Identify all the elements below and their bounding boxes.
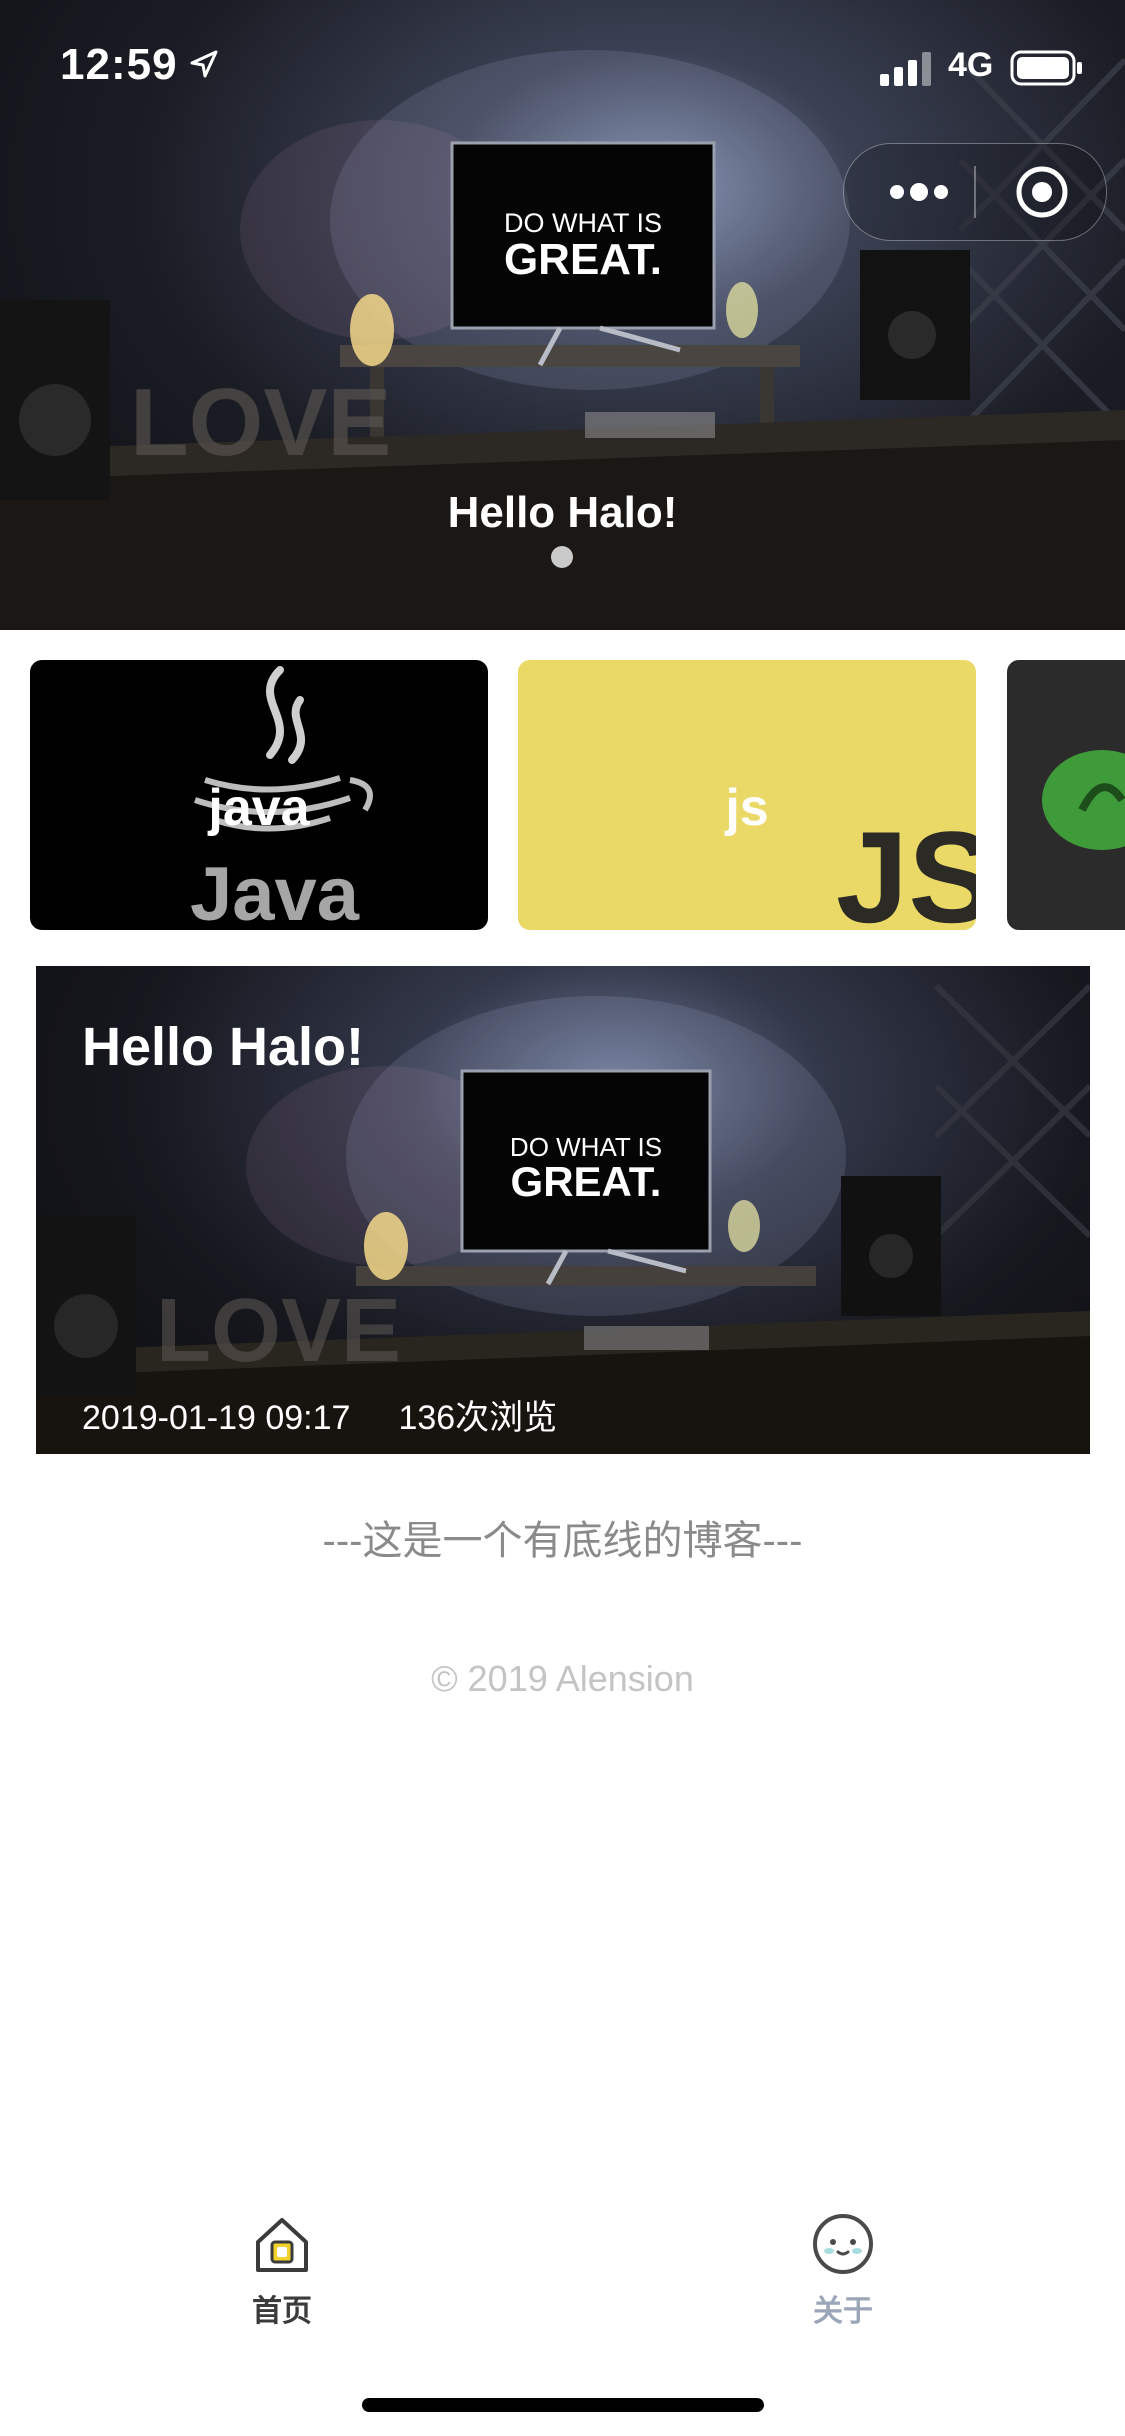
end-of-list-text: ---这是一个有底线的博客--- (322, 1519, 803, 1563)
category-label-java: java (208, 779, 310, 837)
smiley-face-icon (813, 2214, 873, 2274)
hero-love-letters: LOVE (130, 369, 391, 476)
capsule-divider (974, 166, 976, 218)
home-icon (256, 2218, 308, 2272)
miniprogram-capsule (843, 143, 1107, 241)
category-card-js[interactable]: JS js (518, 660, 976, 930)
post-image-text-line2: GREAT. (511, 1158, 662, 1205)
target-close-icon[interactable] (1014, 164, 1070, 220)
tab-about-label: 关于 (813, 2295, 873, 2328)
hero-title[interactable]: Hello Halo! (0, 488, 1125, 538)
more-dots-icon[interactable] (884, 172, 954, 212)
battery-icon (1010, 50, 1082, 86)
location-arrow-icon (190, 50, 218, 78)
category-label-js: js (725, 779, 769, 837)
tab-bar: 首页 关于 (0, 2190, 1125, 2360)
status-time: 12:59 (60, 40, 178, 89)
post-title[interactable]: Hello Halo! (82, 1016, 364, 1078)
post-views: 136次浏览 (398, 1399, 558, 1437)
green-logo-icon (1042, 750, 1125, 850)
post-date: 2019-01-19 09:17 (82, 1399, 351, 1437)
hero-image-text-line2: GREAT. (504, 235, 662, 284)
status-bar: 12:59 4G (0, 0, 1125, 130)
hero-image-text-line1: DO WHAT IS (504, 208, 662, 238)
post-card[interactable]: DO WHAT IS GREAT. LOVE Hello Halo! 2019-… (36, 966, 1090, 1454)
category-strip: Java java JS js (0, 660, 1125, 930)
category-card-java[interactable]: Java java (30, 660, 488, 930)
network-type: 4G (948, 46, 994, 84)
carousel-indicator-dot[interactable] (551, 546, 573, 568)
hero-banner[interactable]: DO WHAT IS GREAT. LOVE 12:59 4G Hello Ha… (0, 0, 1125, 630)
category-card-partial[interactable] (1007, 660, 1125, 930)
home-indicator (362, 2398, 764, 2412)
tab-about[interactable]: 关于 (743, 2190, 943, 2330)
post-meta: 2019-01-19 09:17 136次浏览 (82, 1390, 605, 1439)
signal-bars-icon (880, 52, 931, 86)
java-logo-text: Java (190, 852, 360, 930)
post-love-letters: LOVE (156, 1281, 401, 1381)
tab-home[interactable]: 首页 (182, 2190, 382, 2330)
tab-home-label: 首页 (252, 2295, 312, 2328)
copyright-text: © 2019 Alension (431, 1658, 694, 1699)
